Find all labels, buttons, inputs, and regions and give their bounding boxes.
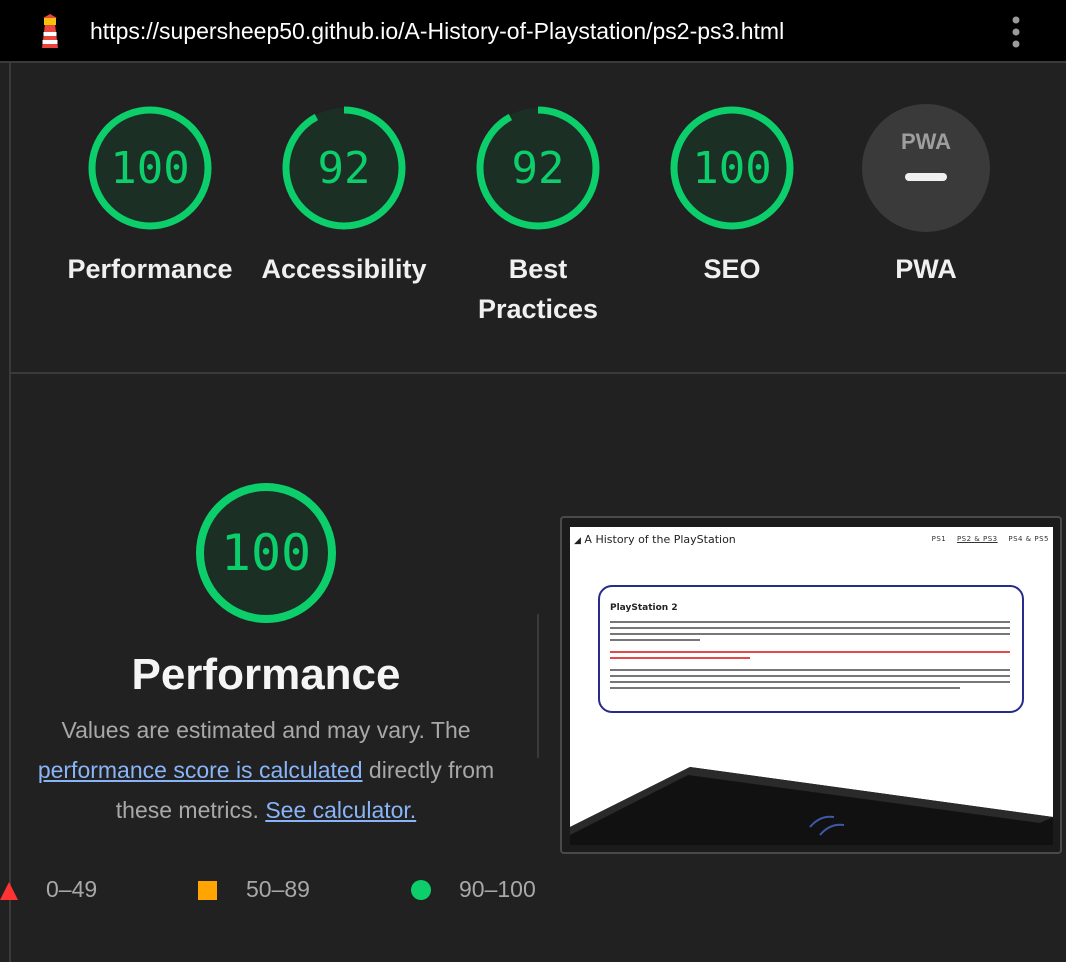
performance-score: 100 <box>221 524 311 582</box>
gauge-score: 92 <box>512 143 565 194</box>
browser-url-bar: https://supersheep50.github.io/A-History… <box>0 0 1066 63</box>
text-line <box>610 639 700 641</box>
category-scores: 100 Performance 92 Accessibility 92 Best… <box>10 63 1066 372</box>
text-line <box>610 633 1010 635</box>
screenshot-title-text: A History of the PlayStation <box>584 533 736 546</box>
text-line-highlight <box>610 657 750 659</box>
gauge-score: 92 <box>318 143 371 194</box>
more-menu-icon[interactable] <box>1006 14 1026 50</box>
gauge-label: SEO <box>703 254 761 284</box>
gauge-accessibility[interactable]: 92 Accessibility <box>249 103 439 289</box>
text-line <box>610 669 1010 671</box>
score-calculated-link[interactable]: performance score is calculated <box>38 757 363 783</box>
gauge-label: PWA <box>895 254 957 284</box>
gauge-score: 100 <box>692 143 771 194</box>
text-line-highlight <box>610 651 1010 653</box>
text-line <box>610 627 1010 629</box>
score-legend: 0–49 50–89 90–100 <box>0 872 560 912</box>
gauge-ring: 100 <box>670 106 794 230</box>
screenshot-nav-item: PS1 <box>931 535 947 543</box>
screenshot-nav-item: PS2 & PS3 <box>956 535 998 543</box>
vertical-divider <box>537 614 539 758</box>
text-line <box>610 687 960 689</box>
performance-title: Performance <box>131 650 401 699</box>
screenshot-site-title: ◢ A History of the PlayStation <box>574 533 736 546</box>
legend-pass: 90–100 <box>459 876 536 902</box>
gauge-label-line1: Best <box>508 254 568 284</box>
text-line <box>610 681 1010 683</box>
performance-description: Values are estimated and may vary. The p… <box>10 710 522 830</box>
legend-fail: 0–49 <box>46 876 98 902</box>
ps2-console-image <box>570 767 1053 845</box>
gauge-label-line2: Practices <box>477 294 599 324</box>
pass-circle-icon <box>411 880 431 900</box>
text-line <box>610 621 1010 623</box>
screenshot-nav: PS1 PS2 & PS3 PS4 & PS5 <box>924 535 1049 543</box>
gauge-pwa[interactable]: PWA PWA <box>831 103 1021 289</box>
pwa-dash-icon <box>905 173 947 181</box>
pwa-badge: PWA <box>862 104 990 232</box>
legend-average: 50–89 <box>246 876 310 902</box>
gauge-label: Accessibility <box>261 254 427 284</box>
gauge-seo[interactable]: 100 SEO <box>637 103 827 289</box>
playstation-logo-icon: ◢ <box>574 536 581 546</box>
gauge-best-practices[interactable]: 92 Best Practices <box>443 103 633 329</box>
performance-summary: 100 Performance Values are estimated and… <box>10 480 522 830</box>
gauge-performance[interactable]: 100 Performance <box>55 103 245 289</box>
pwa-logo-text: PWA <box>901 129 951 154</box>
screenshot-card-heading: PlayStation 2 <box>610 603 678 613</box>
gauge-label: Best Practices <box>443 249 633 329</box>
section-divider <box>10 372 1066 374</box>
screenshot-page: ◢ A History of the PlayStation PS1 PS2 &… <box>570 527 1053 845</box>
url-text[interactable]: https://supersheep50.github.io/A-History… <box>90 18 784 45</box>
lighthouse-icon <box>42 14 58 48</box>
final-screenshot[interactable]: ◢ A History of the PlayStation PS1 PS2 &… <box>560 516 1062 854</box>
desc-prefix: Values are estimated and may vary. The <box>61 717 471 743</box>
gauge-ring: 100 <box>88 106 212 230</box>
see-calculator-link[interactable]: See calculator. <box>265 797 416 823</box>
gauge-ring: 92 <box>282 106 406 230</box>
screenshot-nav-item: PS4 & PS5 <box>1008 535 1049 543</box>
average-square-icon <box>198 881 217 900</box>
text-line <box>610 675 1010 677</box>
gauge-label: Performance <box>67 254 233 284</box>
performance-gauge: 100 <box>196 483 336 623</box>
gauge-ring: 92 <box>476 106 600 230</box>
screenshot-card: PlayStation 2 <box>598 585 1024 713</box>
fail-triangle-icon <box>0 882 18 900</box>
gauge-score: 100 <box>110 143 189 194</box>
